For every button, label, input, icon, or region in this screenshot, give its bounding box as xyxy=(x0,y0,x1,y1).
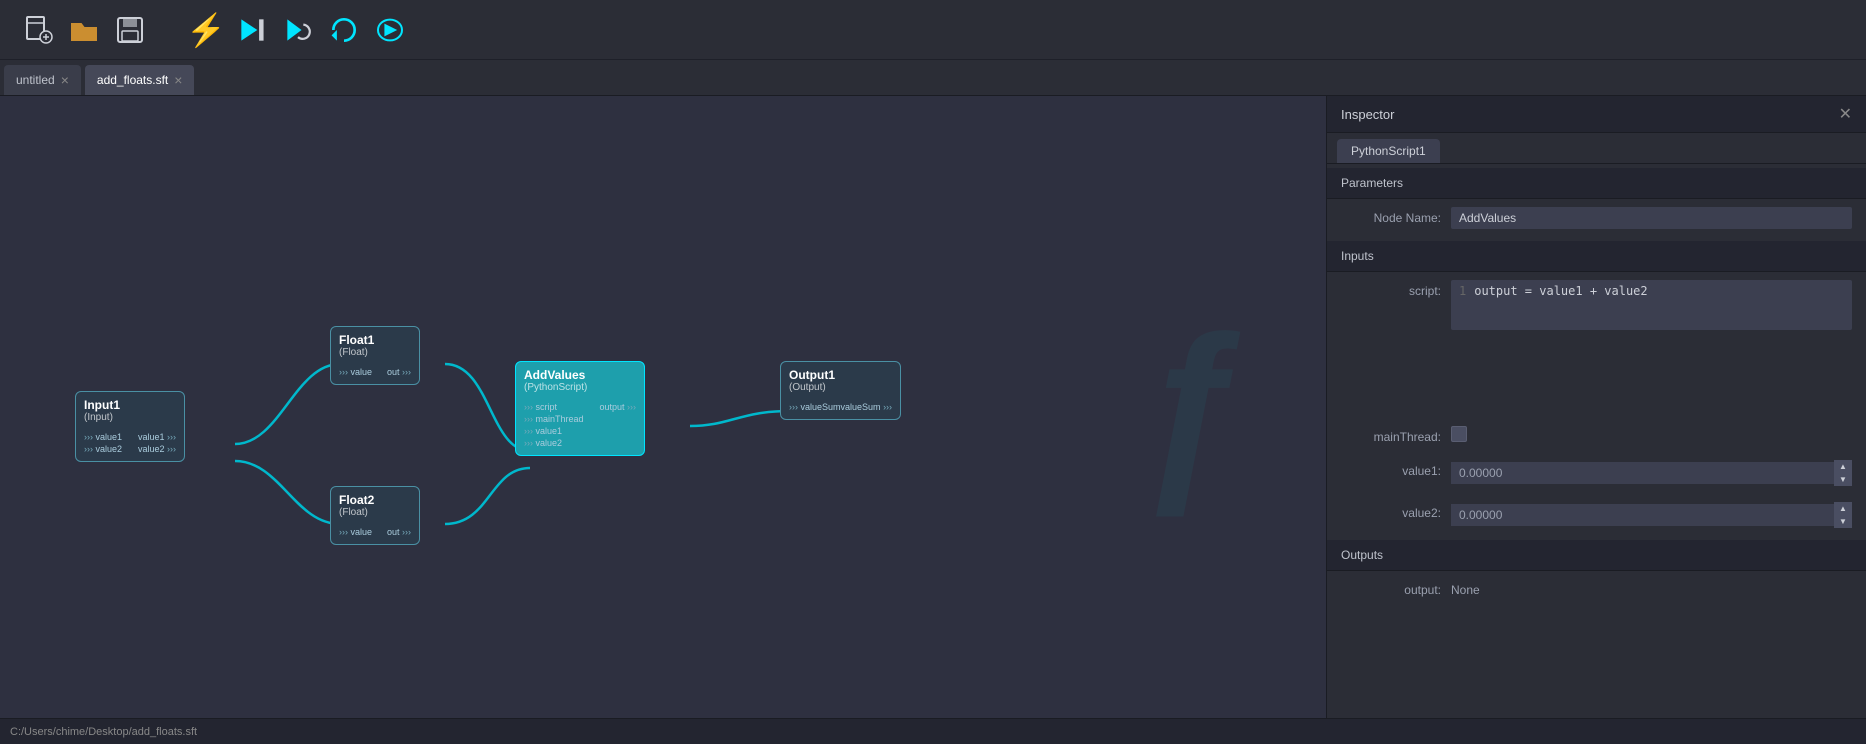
value2-spin-input[interactable]: ▲ ▼ xyxy=(1451,502,1852,528)
run-all-button[interactable] xyxy=(372,12,408,48)
value2-decrement[interactable]: ▼ xyxy=(1834,515,1852,528)
tab-untitled[interactable]: untitled × xyxy=(4,65,81,95)
node-float2-subtitle: (Float) xyxy=(339,507,411,518)
node-addvalues-subtitle: (PythonScript) xyxy=(524,382,636,393)
script-spacer xyxy=(1327,338,1866,418)
tab-add-floats-close[interactable]: × xyxy=(174,73,182,87)
main-thread-label: mainThread: xyxy=(1341,426,1441,444)
watermark: ƒ xyxy=(1135,292,1246,522)
section-outputs: Outputs xyxy=(1327,540,1866,571)
output-label: output: xyxy=(1341,579,1441,597)
section-inputs: Inputs xyxy=(1327,241,1866,272)
node-name-input[interactable] xyxy=(1451,207,1852,229)
value1-increment[interactable]: ▲ xyxy=(1834,460,1852,473)
node-float1[interactable]: Float1 (Float) ››› value out ››› xyxy=(330,326,420,385)
inspector-panel: Inspector ✕ PythonScript1 Parameters Nod… xyxy=(1326,96,1866,718)
file-path: C:/Users/chime/Desktop/add_floats.sft xyxy=(10,726,197,738)
param-node-name-row: Node Name: xyxy=(1327,199,1866,237)
save-file-button[interactable] xyxy=(112,12,148,48)
node-addvalues-title: AddValues xyxy=(524,368,636,382)
value1-input[interactable] xyxy=(1451,462,1834,484)
run-step-button[interactable] xyxy=(234,12,270,48)
value1-spinners: ▲ ▼ xyxy=(1834,460,1852,486)
tab-untitled-label: untitled xyxy=(16,73,55,87)
new-file-button[interactable] xyxy=(20,12,56,48)
node-float1-title: Float1 xyxy=(339,333,411,347)
output-value: None xyxy=(1451,579,1480,597)
tab-add-floats-label: add_floats.sft xyxy=(97,73,168,87)
connections-svg: .conn { fill: none; stroke: #00b8cc; str… xyxy=(0,96,1326,718)
node-canvas[interactable]: ƒ .conn { fill: none; stroke: #00b8cc; s… xyxy=(0,96,1326,718)
value2-spinners: ▲ ▼ xyxy=(1834,502,1852,528)
node-output1[interactable]: Output1 (Output) ››› valueSum valueSum ›… xyxy=(780,361,901,420)
node-input1-subtitle: (Input) xyxy=(84,412,120,423)
node-name-label: Node Name: xyxy=(1341,207,1441,225)
main-area: ƒ .conn { fill: none; stroke: #00b8cc; s… xyxy=(0,96,1866,718)
param-value1-row: value1: ▲ ▼ xyxy=(1327,452,1866,494)
toolbar: ⚡ xyxy=(0,0,1866,60)
script-value: output = value1 + value2 xyxy=(1474,284,1647,298)
script-editor[interactable]: 1 output = value1 + value2 xyxy=(1451,280,1852,330)
tab-bar: untitled × add_floats.sft × xyxy=(0,60,1866,96)
node-input1-title: Input1 xyxy=(84,398,120,412)
node-addvalues[interactable]: AddValues (PythonScript) ››› script ››› … xyxy=(515,361,645,456)
param-value2-row: value2: ▲ ▼ xyxy=(1327,494,1866,536)
node-input1[interactable]: Input1 (Input) ››› value1 ››› value2 val… xyxy=(75,391,185,462)
param-main-thread-row: mainThread: xyxy=(1327,418,1866,452)
run-refresh-button[interactable] xyxy=(280,12,316,48)
value2-increment[interactable]: ▲ xyxy=(1834,502,1852,515)
main-thread-checkbox[interactable] xyxy=(1451,426,1467,442)
inspector-title: Inspector xyxy=(1341,107,1394,122)
inspector-close-button[interactable]: ✕ xyxy=(1839,104,1852,124)
param-output-row: output: None xyxy=(1327,571,1866,605)
inspector-header: Inspector ✕ xyxy=(1327,96,1866,133)
script-line-num: 1 xyxy=(1459,284,1466,298)
tab-add-floats[interactable]: add_floats.sft × xyxy=(85,65,195,95)
run-loop-button[interactable] xyxy=(326,12,362,48)
param-script-row: script: 1 output = value1 + value2 xyxy=(1327,272,1866,338)
node-float2[interactable]: Float2 (Float) ››› value out ››› xyxy=(330,486,420,545)
value1-label: value1: xyxy=(1341,460,1441,478)
value1-decrement[interactable]: ▼ xyxy=(1834,473,1852,486)
status-bar: C:/Users/chime/Desktop/add_floats.sft xyxy=(0,718,1866,744)
script-label: script: xyxy=(1341,280,1441,298)
value2-label: value2: xyxy=(1341,502,1441,520)
run-button[interactable]: ⚡ xyxy=(188,12,224,48)
inspector-tab-python-script[interactable]: PythonScript1 xyxy=(1337,139,1440,163)
node-output1-title: Output1 xyxy=(789,368,892,382)
node-float2-title: Float2 xyxy=(339,493,411,507)
node-float1-subtitle: (Float) xyxy=(339,347,411,358)
open-file-button[interactable] xyxy=(66,12,102,48)
tab-untitled-close[interactable]: × xyxy=(61,73,69,87)
section-parameters: Parameters xyxy=(1327,168,1866,199)
value2-input[interactable] xyxy=(1451,504,1834,526)
inspector-tab-bar: PythonScript1 xyxy=(1327,133,1866,164)
value1-spin-input[interactable]: ▲ ▼ xyxy=(1451,460,1852,486)
node-output1-subtitle: (Output) xyxy=(789,382,892,393)
